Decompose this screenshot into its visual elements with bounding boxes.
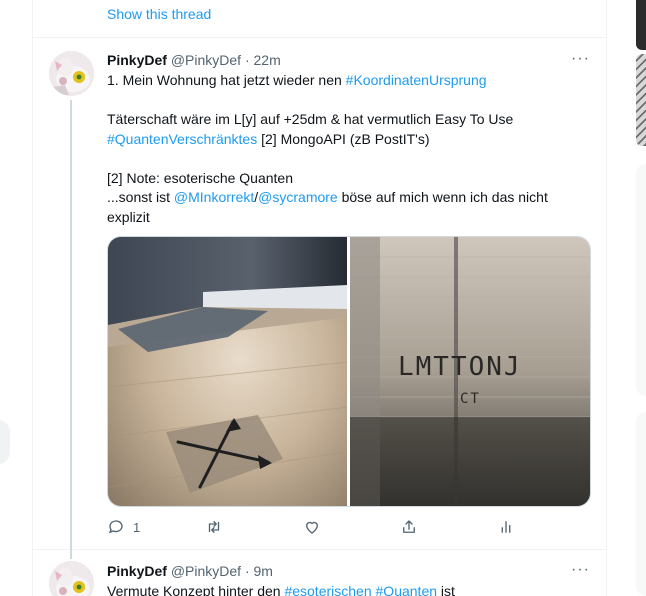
mention-link[interactable]: @MInkorrekt: [174, 189, 254, 205]
edge-decoration: [0, 420, 10, 464]
share-button[interactable]: [400, 518, 418, 536]
hashtag-link[interactable]: #KoordinatenUrsprung: [346, 72, 487, 88]
author-handle[interactable]: @PinkyDef: [171, 563, 241, 579]
like-button[interactable]: [303, 518, 321, 536]
more-options-icon[interactable]: ···: [571, 50, 590, 68]
text-run: Täterschaft wäre im L[y] auf +25dm & hat…: [107, 111, 514, 127]
text-run: ...sonst ist: [107, 189, 174, 205]
show-thread-link[interactable]: Show this thread: [107, 6, 211, 22]
sidebar-card: [636, 412, 646, 596]
media-image-window[interactable]: LMTTONJ CT: [350, 237, 590, 506]
right-sidebar-edge: [632, 0, 646, 596]
reply-icon: [108, 520, 123, 534]
analytics-icon: [501, 521, 511, 533]
tweet-text: 1. Mein Wohnung hat jetzt wieder nen #Ko…: [107, 71, 587, 227]
tweet-header: PinkyDef @PinkyDef · 9m: [107, 562, 273, 580]
window-text-1: LMTTONJ: [398, 352, 522, 382]
media-grid[interactable]: LMTTONJ CT: [107, 236, 591, 507]
thread-line: [70, 549, 72, 559]
analytics-button[interactable]: [497, 518, 515, 536]
thread-line: [70, 100, 72, 556]
media-image-floor[interactable]: [108, 237, 348, 506]
separator-dot: ·: [244, 52, 250, 68]
text-line: Vermute Konzept hinter den #esoterischen…: [107, 582, 587, 596]
timeline: Show this thread PinkyDef @PinkyDef · 22…: [32, 0, 607, 596]
text-line: 1. Mein Wohnung hat jetzt wieder nen #Ko…: [107, 71, 587, 91]
timestamp[interactable]: 22m: [254, 52, 281, 68]
author-handle[interactable]: @PinkyDef: [171, 52, 241, 68]
hashtag-link[interactable]: #Quanten: [376, 583, 438, 596]
text-run: Vermute Konzept hinter den: [107, 583, 285, 596]
text-run: ist: [437, 583, 455, 596]
text-line: explizit: [107, 208, 587, 228]
tweet-text: Vermute Konzept hinter den #esoterischen…: [107, 582, 587, 596]
mention-link[interactable]: @sycramore: [258, 189, 338, 205]
window-text-2: CT: [460, 391, 481, 407]
text-line: #QuantenVerschränktes [2] MongoAPI (zB P…: [107, 130, 587, 150]
action-bar: 1: [107, 518, 527, 540]
hashtag-link[interactable]: #QuantenVerschränktes: [107, 131, 257, 147]
text-run: explizit: [107, 208, 150, 225]
sidebar-thumbnail[interactable]: [636, 54, 646, 146]
avatar[interactable]: [49, 561, 94, 596]
avatar[interactable]: [49, 51, 94, 96]
retweet-icon: [208, 521, 220, 533]
reply-button[interactable]: 1: [107, 518, 140, 536]
left-edge: [0, 0, 32, 596]
reply-count: 1: [133, 519, 141, 535]
text-run: [2] MongoAPI (zB PostIT's): [257, 130, 430, 147]
author-name[interactable]: PinkyDef: [107, 563, 167, 579]
timestamp[interactable]: 9m: [254, 563, 273, 579]
more-options-icon[interactable]: ···: [571, 561, 590, 579]
divider: [33, 549, 606, 550]
text-line: Täterschaft wäre im L[y] auf +25dm & hat…: [107, 110, 587, 130]
tweet-header: PinkyDef @PinkyDef · 22m: [107, 51, 281, 69]
text-run: böse auf mich wenn ich das nicht: [337, 189, 548, 205]
author-name[interactable]: PinkyDef: [107, 52, 167, 68]
hashtag-link[interactable]: #esoterischen: [284, 583, 371, 596]
retweet-button[interactable]: [205, 518, 223, 536]
text-run: [2] Note: esoterische Quanten: [107, 169, 293, 186]
sidebar-card: [636, 164, 646, 396]
text-line: ...sonst ist @MInkorrekt/@sycramore böse…: [107, 188, 587, 208]
share-icon: [403, 520, 415, 533]
like-icon: [306, 521, 318, 534]
separator-dot: ·: [244, 563, 250, 579]
sidebar-thumbnail[interactable]: [636, 0, 646, 50]
text-run: 1. Mein Wohnung hat jetzt wieder nen: [107, 72, 346, 88]
text-line: [2] Note: esoterische Quanten: [107, 169, 587, 189]
divider: [33, 37, 606, 38]
